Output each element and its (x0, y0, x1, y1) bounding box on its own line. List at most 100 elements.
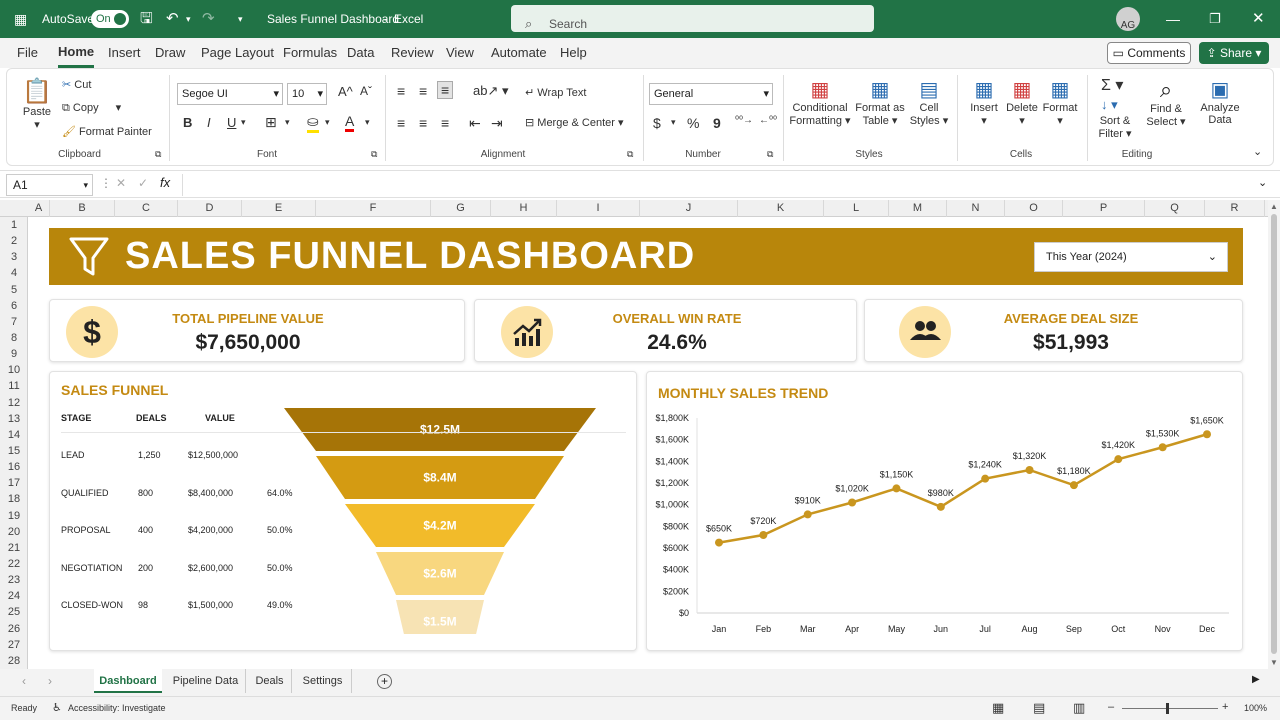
tab-formulas[interactable]: Formulas (283, 38, 337, 68)
tab-automate[interactable]: Automate (491, 38, 547, 68)
sheet-tab-deals[interactable]: Deals (248, 669, 292, 693)
row-header-16[interactable]: 16 (0, 459, 28, 475)
tab-draw[interactable]: Draw (155, 38, 185, 68)
accessibility-status[interactable]: Accessibility: Investigate (68, 703, 166, 713)
more-icon[interactable]: ⋮ (100, 176, 112, 190)
row-header-22[interactable]: 22 (0, 556, 28, 572)
row-header-27[interactable]: 27 (0, 637, 28, 653)
fill-color-dropdown-icon[interactable]: ▾ (325, 117, 330, 128)
accessibility-icon[interactable]: ♿ (52, 701, 62, 714)
tab-review[interactable]: Review (391, 38, 434, 68)
underline-button[interactable]: U (227, 115, 236, 130)
column-header-b[interactable]: B (50, 200, 115, 217)
format-as-table-button[interactable]: ▦ Format as Table ▾ (855, 77, 905, 127)
row-header-18[interactable]: 18 (0, 491, 28, 507)
row-header-7[interactable]: 7 (0, 314, 28, 330)
collapse-ribbon-icon[interactable]: ⌄ (1253, 145, 1262, 158)
minimize-icon[interactable]: — (1166, 0, 1180, 38)
tab-page-layout[interactable]: Page Layout (201, 38, 274, 68)
zoom-slider-thumb[interactable] (1166, 703, 1169, 714)
zoom-in-icon[interactable]: + (1222, 701, 1228, 713)
zoom-out-icon[interactable]: – (1108, 701, 1114, 713)
zoom-slider[interactable] (1122, 708, 1218, 709)
row-header-26[interactable]: 26 (0, 621, 28, 637)
align-bottom-icon[interactable]: ≡ (437, 81, 454, 99)
clipboard-launcher-icon[interactable]: ⧉ (155, 149, 161, 160)
column-header-m[interactable]: M (889, 200, 947, 217)
align-center-icon[interactable]: ≡ (419, 115, 427, 131)
row-header-17[interactable]: 17 (0, 475, 28, 491)
excel-logo-icon[interactable]: ▦ (14, 0, 27, 38)
increase-indent-icon[interactable]: ⇥ (491, 115, 503, 132)
insert-function-button[interactable]: fx (160, 175, 170, 190)
tab-home[interactable]: Home (58, 38, 95, 68)
currency-dropdown-icon[interactable]: ▾ (671, 117, 676, 128)
column-header-n[interactable]: N (947, 200, 1005, 217)
zoom-level[interactable]: 100% (1244, 703, 1267, 713)
align-left-icon[interactable]: ≡ (397, 115, 405, 131)
insert-cells-button[interactable]: ▦ Insert ▾ (965, 77, 1003, 127)
column-header-f[interactable]: F (316, 200, 431, 217)
font-color-icon[interactable]: A (345, 113, 355, 132)
row-header-9[interactable]: 9 (0, 346, 28, 362)
share-button[interactable]: ⇪ Share ▾ (1199, 42, 1269, 64)
row-header-5[interactable]: 5 (0, 282, 28, 298)
worksheet[interactable]: SALES FUNNEL DASHBOARD This Year (2024) ⌄… (28, 217, 1268, 669)
undo-dropdown-icon[interactable]: ▾ (186, 0, 191, 38)
row-header-10[interactable]: 10 (0, 362, 28, 378)
restore-icon[interactable]: ❐ (1209, 0, 1221, 38)
analyze-data-button[interactable]: ▣ Analyze Data (1197, 77, 1243, 126)
column-header-i[interactable]: I (557, 200, 640, 217)
currency-button[interactable]: $ (653, 115, 661, 131)
add-sheet-button[interactable]: + (377, 674, 392, 689)
row-header-11[interactable]: 11 (0, 378, 28, 394)
increase-font-icon[interactable]: A^ (338, 84, 353, 99)
next-sheet-icon[interactable]: › (48, 674, 52, 688)
page-break-view-icon[interactable]: ▥ (1073, 700, 1085, 716)
tab-help[interactable]: Help (560, 38, 587, 68)
search-box[interactable]: ⌕ Search (511, 5, 874, 32)
tab-file[interactable]: File (17, 38, 38, 68)
autosum-icon[interactable]: Σ ▾ (1101, 75, 1123, 95)
vertical-scrollbar[interactable]: ▲ ▼ (1268, 200, 1280, 669)
close-icon[interactable]: ✕ (1252, 0, 1265, 38)
font-launcher-icon[interactable]: ⧉ (371, 149, 377, 160)
scroll-down-icon[interactable]: ▼ (1270, 658, 1278, 667)
autosave-toggle[interactable]: On (91, 10, 129, 28)
borders-icon[interactable]: ⊞ (265, 114, 277, 131)
row-header-6[interactable]: 6 (0, 298, 28, 314)
format-painter-button[interactable]: 🖌 Format Painter (62, 125, 152, 138)
font-size-select[interactable]: 10 ▾ (287, 83, 327, 105)
column-header-j[interactable]: J (640, 200, 738, 217)
align-middle-icon[interactable]: ≡ (419, 83, 427, 99)
row-header-25[interactable]: 25 (0, 604, 28, 620)
avatar[interactable]: AG (1116, 7, 1140, 31)
percent-button[interactable]: % (687, 115, 699, 131)
name-box[interactable]: A1 ▾ (6, 174, 93, 196)
orientation-icon[interactable]: ab↗ ▾ (473, 83, 509, 99)
scroll-up-icon[interactable]: ▲ (1270, 202, 1278, 211)
column-header-h[interactable]: H (491, 200, 557, 217)
row-header-28[interactable]: 28 (0, 653, 28, 669)
row-header-8[interactable]: 8 (0, 330, 28, 346)
align-right-icon[interactable]: ≡ (441, 115, 449, 131)
row-header-15[interactable]: 15 (0, 443, 28, 459)
column-header-a[interactable]: A (28, 200, 50, 217)
alignment-launcher-icon[interactable]: ⧉ (627, 149, 633, 160)
column-header-c[interactable]: C (115, 200, 178, 217)
conditional-formatting-button[interactable]: ▦ Conditional Formatting ▾ (789, 77, 851, 127)
column-header-d[interactable]: D (178, 200, 242, 217)
font-color-dropdown-icon[interactable]: ▾ (365, 117, 370, 128)
column-header-e[interactable]: E (242, 200, 316, 217)
comments-button[interactable]: ▭ Comments (1107, 42, 1191, 64)
column-header-k[interactable]: K (738, 200, 824, 217)
decrease-decimal-icon[interactable]: ←⁰⁰ (759, 115, 777, 126)
font-name-select[interactable]: Segoe UI ▾ (177, 83, 283, 105)
page-layout-view-icon[interactable]: ▤ (1033, 700, 1045, 716)
column-header-p[interactable]: P (1063, 200, 1145, 217)
delete-cells-button[interactable]: ▦ Delete ▾ (1003, 77, 1041, 127)
number-format-select[interactable]: General ▾ (649, 83, 773, 105)
expand-formula-icon[interactable]: ⌄ (1258, 176, 1267, 189)
row-header-4[interactable]: 4 (0, 265, 28, 281)
row-header-24[interactable]: 24 (0, 588, 28, 604)
